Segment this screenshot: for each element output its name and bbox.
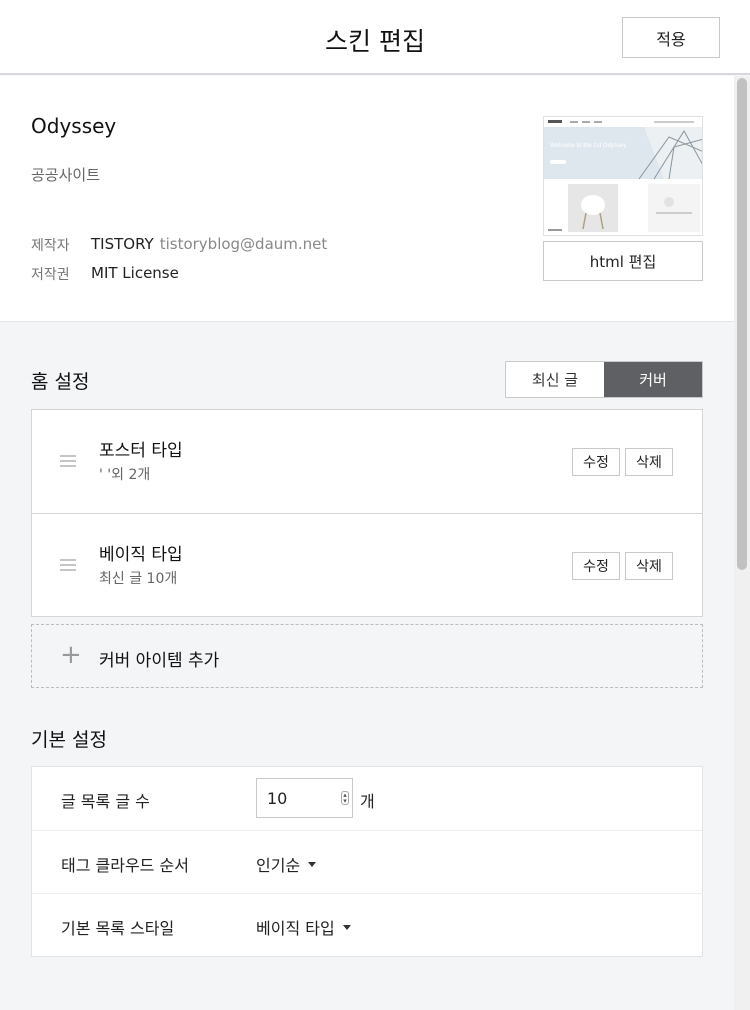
author-label: 제작자: [31, 238, 70, 254]
list-style-select[interactable]: 베이직 타입: [256, 915, 351, 939]
caret-down-icon: [308, 861, 317, 867]
delete-button[interactable]: 삭제: [625, 552, 673, 580]
scrollbar-thumb[interactable]: [737, 78, 747, 570]
skin-info-panel: Odyssey 공공사이트 제작자 TISTORY tistoryblog@da…: [0, 76, 734, 322]
thumbnail-heading: Welcome to the 1st Odyssey: [550, 143, 626, 149]
toggle-cover[interactable]: 커버: [604, 362, 702, 397]
add-cover-item-button[interactable]: + 커버 아이템 추가: [31, 624, 703, 688]
apply-button[interactable]: 적용: [622, 17, 720, 58]
cover-item-title: 베이직 타입: [99, 545, 183, 565]
tag-order-label: 태그 클라우드 순서: [61, 856, 189, 875]
delete-button[interactable]: 삭제: [625, 448, 673, 476]
cover-item-subtitle: 최신 글 10개: [99, 571, 178, 587]
home-type-toggle: 최신 글 커버: [505, 361, 703, 398]
thumbnail-preview-image: Welcome to the 1st Odyssey: [544, 117, 702, 235]
license-value: MIT License: [91, 264, 179, 282]
toggle-latest-posts[interactable]: 최신 글: [506, 362, 604, 397]
list-style-label: 기본 목록 스타일: [61, 919, 175, 938]
cover-item-subtitle: ' '외 2개: [99, 467, 151, 483]
author-row: 제작자 TISTORY tistoryblog@daum.net: [31, 235, 327, 255]
list-style-value: 베이직 타입: [256, 919, 335, 938]
top-bar: 스킨 편집 적용: [0, 0, 750, 75]
cover-item: 포스터 타입 ' '외 2개 수정 삭제: [32, 410, 702, 513]
tag-order-value: 인기순: [256, 856, 301, 875]
list-style-row: 기본 목록 스타일 베이직 타입: [32, 893, 702, 956]
license-row: 저작권 MIT License: [31, 264, 179, 284]
basic-settings-panel: 글 목록 글 수 10 ▴ ▾ 개 태그 클라우드 순서 인기순 기본 목록 스타…: [31, 766, 703, 957]
drag-handle-icon[interactable]: [60, 559, 76, 571]
html-edit-button[interactable]: html 편집: [543, 241, 703, 281]
cover-item: 베이직 타입 최신 글 10개 수정 삭제: [32, 513, 702, 616]
tag-order-row: 태그 클라우드 순서 인기순: [32, 830, 702, 893]
author-email: tistoryblog@daum.net: [159, 235, 328, 253]
plus-icon: +: [60, 640, 82, 670]
cover-item-title: 포스터 타입: [99, 441, 183, 461]
post-count-unit: 개: [360, 792, 375, 811]
license-label: 저작권: [31, 267, 70, 283]
post-count-label: 글 목록 글 수: [61, 792, 150, 811]
cover-item-list: 포스터 타입 ' '외 2개 수정 삭제 베이직 타입 최신 글 10개 수정 …: [31, 409, 703, 617]
skin-name: Odyssey: [31, 114, 117, 138]
post-count-input[interactable]: 10 ▴ ▾: [256, 778, 353, 818]
author-name: TISTORY: [91, 235, 154, 253]
tag-order-select[interactable]: 인기순: [256, 852, 317, 876]
home-settings-title: 홈 설정: [31, 371, 90, 393]
skin-thumbnail: Welcome to the 1st Odyssey: [543, 116, 703, 236]
add-cover-item-label: 커버 아이템 추가: [99, 651, 220, 671]
drag-handle-icon[interactable]: [60, 455, 76, 467]
edit-button[interactable]: 수정: [572, 552, 620, 580]
edit-button[interactable]: 수정: [572, 448, 620, 476]
stepper-arrows-icon[interactable]: ▴ ▾: [341, 791, 349, 805]
post-count-value: 10: [267, 788, 288, 808]
post-count-row: 글 목록 글 수 10 ▴ ▾ 개: [32, 767, 702, 830]
skin-category: 공공사이트: [31, 166, 101, 184]
basic-settings-title: 기본 설정: [31, 729, 107, 751]
caret-down-icon: [342, 924, 351, 930]
